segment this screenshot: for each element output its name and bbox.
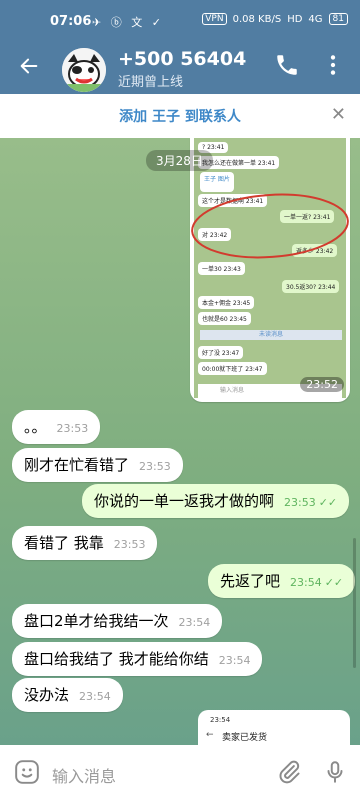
mini-message: 一单一返? 23:41: [280, 210, 335, 223]
read-checkmark-icon: ✓✓: [324, 576, 344, 589]
paperclip-icon: [279, 760, 300, 784]
incoming-message[interactable]: 盘口2单才给我结一次 23:54: [12, 604, 223, 638]
mini-message: 也就是60 23:45: [198, 312, 251, 325]
add-contact-button[interactable]: 添加 王子 到联系人: [0, 106, 360, 126]
incoming-message[interactable]: 。。 23:53: [12, 410, 101, 444]
mini-back-icon: ←: [206, 730, 214, 740]
voice-record-button[interactable]: [322, 759, 348, 785]
message-input[interactable]: 输入消息: [52, 763, 116, 787]
mini-message: 本金+佣金 23:45: [198, 296, 255, 309]
screenshot-image: ? 23:41 我怎么还在做第一单 23:41 王子 图片 这个才是数据啊 23…: [194, 138, 346, 398]
back-button[interactable]: [14, 54, 44, 84]
call-button[interactable]: [274, 52, 302, 80]
more-vertical-icon: [330, 55, 336, 75]
message-text: 看错了 我靠: [24, 534, 104, 552]
outgoing-message[interactable]: 先返了吧 23:54 ✓✓: [208, 564, 356, 598]
message-text: 先返了吧: [220, 572, 281, 590]
message-time: 23:53: [113, 538, 146, 551]
status-right: VPN 0.08 KB/S HD 4G 81: [202, 13, 348, 25]
chat-header: +500 56404 近期曾上线: [0, 44, 360, 94]
smiley-icon: [15, 760, 39, 784]
message-input-bar: 输入消息: [0, 745, 360, 800]
phone-icon: [277, 55, 297, 75]
mini-message: 一单30 23:43: [198, 262, 245, 275]
status-notification-icons: ✈ ⓑ 文 ✓: [92, 16, 164, 29]
read-checkmark-icon: ✓✓: [318, 496, 338, 509]
mini-message: 30.5返30? 23:44: [282, 280, 340, 293]
message-time: 23:54: [178, 616, 211, 629]
incoming-message[interactable]: 看错了 我靠 23:53: [12, 526, 158, 560]
attach-button[interactable]: [276, 759, 302, 785]
message-time: 23:53: [139, 460, 171, 473]
contact-title[interactable]: +500 56404: [118, 48, 246, 70]
status-time: 07:06: [50, 14, 92, 29]
mini-message: 返多少 23:42: [292, 244, 338, 257]
message-text: 你说的一单一返我才做的啊: [94, 492, 275, 510]
message-time: 23:52: [300, 377, 344, 392]
incoming-message[interactable]: 刚才在忙看错了 23:53: [12, 448, 183, 482]
screenshot-image-message[interactable]: 23:54 ← 卖家已发货: [198, 710, 350, 745]
add-contact-bar: 添加 王子 到联系人 ✕: [0, 94, 360, 139]
mini-message: 这个才是数据啊 23:41: [198, 194, 268, 207]
message-time: 23:53: [56, 422, 89, 435]
outgoing-message[interactable]: 你说的一单一返我才做的啊 23:53 ✓✓: [82, 484, 350, 518]
emoji-button[interactable]: [14, 759, 40, 785]
hd-icon: HD: [287, 13, 303, 25]
chat-area[interactable]: ? 23:41 我怎么还在做第一单 23:41 王子 图片 这个才是数据啊 23…: [0, 138, 360, 745]
mini-title: 卖家已发货: [222, 733, 268, 743]
mini-message: 好了没 23:47: [198, 346, 244, 359]
mini-unread-divider: 未读消息: [200, 330, 342, 340]
date-chip: 3月28日: [146, 150, 213, 171]
message-time: 23:54: [290, 576, 322, 589]
more-options-button[interactable]: [320, 52, 348, 80]
incoming-message[interactable]: 盘口给我结了 我才能给你结 23:54: [12, 642, 263, 676]
vpn-icon: VPN: [202, 13, 227, 25]
signal-icon: 4G: [308, 13, 323, 25]
screenshot-image-message[interactable]: ? 23:41 我怎么还在做第一单 23:41 王子 图片 这个才是数据啊 23…: [190, 138, 350, 402]
microphone-icon: [327, 761, 343, 783]
message-text: 刚才在忙看错了: [24, 456, 130, 474]
avatar[interactable]: [62, 48, 106, 92]
battery-icon: 81: [328, 13, 348, 25]
mini-status-time: 23:54: [210, 716, 231, 724]
message-time: 23:53: [284, 496, 316, 509]
mini-input-placeholder: 输入消息: [220, 387, 245, 394]
mini-message: 对 23:42: [198, 228, 232, 241]
message-text: 。。: [24, 418, 47, 436]
status-bar: 07:06 ✈ ⓑ 文 ✓ VPN 0.08 KB/S HD 4G 81: [0, 0, 360, 44]
message-time: 23:54: [218, 654, 251, 667]
incoming-message[interactable]: 没办法 23:54: [12, 678, 123, 712]
scrollbar[interactable]: [353, 538, 356, 668]
contact-last-seen: 近期曾上线: [118, 75, 184, 90]
message-time: 23:54: [79, 690, 111, 703]
mini-message: 王子 图片: [200, 172, 234, 192]
message-text: 盘口2单才给我结一次: [24, 612, 169, 630]
message-text: 盘口给我结了 我才能给你结: [24, 650, 209, 668]
network-speed: 0.08 KB/S: [232, 13, 282, 25]
arrow-left-icon: [20, 58, 38, 74]
close-icon[interactable]: ✕: [331, 104, 346, 125]
message-text: 没办法: [24, 686, 70, 704]
mini-message: 00:00就下班了 23:47: [198, 362, 267, 375]
cartoon-avatar-icon: [62, 48, 106, 92]
